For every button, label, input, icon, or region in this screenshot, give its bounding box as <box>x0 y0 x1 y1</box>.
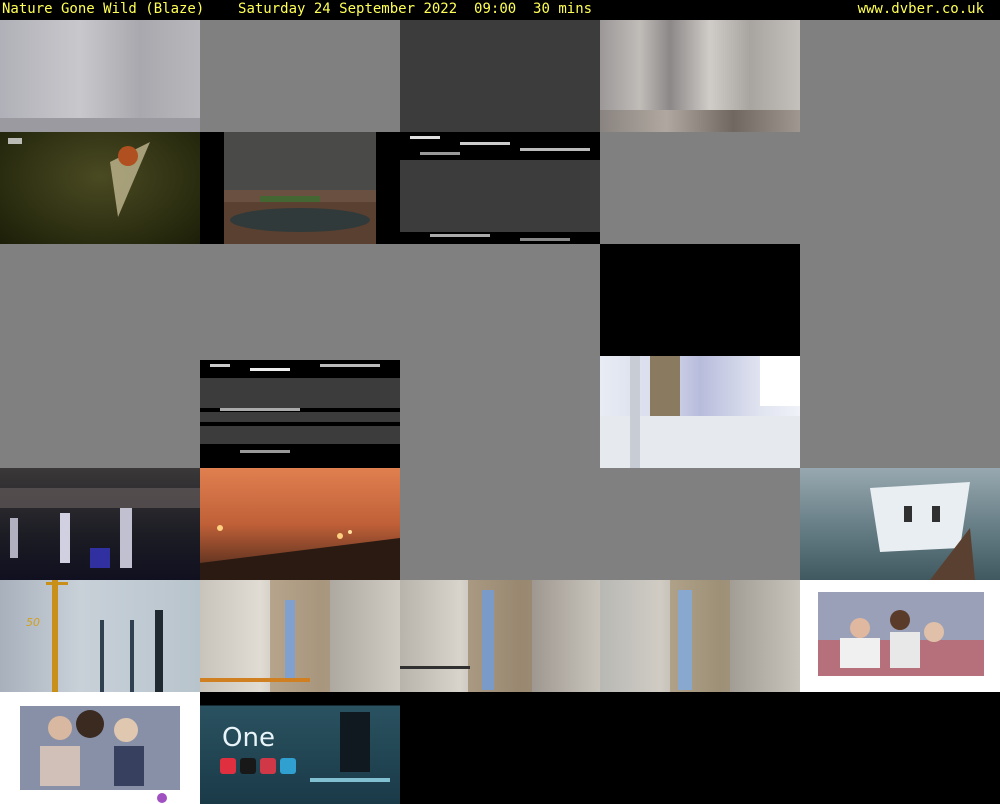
thumbnail[interactable] <box>600 20 800 132</box>
thumbnail[interactable] <box>400 20 600 132</box>
thumbnail[interactable] <box>800 580 1000 692</box>
site-link[interactable]: www.dvber.co.uk <box>858 0 984 18</box>
programme-title: Nature Gone Wild (Blaze) <box>2 1 205 17</box>
thumbnail-image <box>870 482 975 580</box>
thumbnail[interactable] <box>400 132 600 244</box>
thumbnail[interactable] <box>800 468 1000 580</box>
thumbnail[interactable] <box>0 356 200 468</box>
thumbnail[interactable] <box>0 244 200 356</box>
thumbnail[interactable] <box>400 356 600 468</box>
thumbnail-image <box>400 132 600 244</box>
thumbnail-image <box>8 138 150 217</box>
thumbnail[interactable] <box>800 132 1000 244</box>
thumbnail-image <box>20 706 180 803</box>
thumbnail-image: One <box>220 712 390 782</box>
thumbnail[interactable] <box>800 20 1000 132</box>
thumbnail-overlay-text: One <box>222 723 275 753</box>
thumbnail-image <box>200 525 400 580</box>
thumbnail[interactable] <box>200 356 400 468</box>
thumbnail-image <box>670 580 730 692</box>
header-bar: Nature Gone Wild (Blaze) Saturday 24 Sep… <box>0 0 1000 20</box>
thumbnail-image <box>200 580 330 692</box>
thumbnail[interactable] <box>600 244 800 356</box>
programme-time: 09:00 <box>474 1 517 17</box>
thumbnail[interactable] <box>0 132 200 244</box>
programme-date: Saturday 24 September 2022 <box>238 1 458 17</box>
thumbnail[interactable] <box>0 468 200 580</box>
thumbnail[interactable] <box>600 580 800 692</box>
thumbnail[interactable] <box>600 692 800 804</box>
thumbnail[interactable] <box>400 692 600 804</box>
thumbnail-image <box>200 356 400 468</box>
thumbnail[interactable] <box>600 132 800 244</box>
thumbnail[interactable] <box>0 692 200 804</box>
thumbnail[interactable] <box>800 244 1000 356</box>
thumbnail[interactable] <box>0 20 200 132</box>
thumbnail[interactable] <box>800 356 1000 468</box>
thumbnail-image <box>600 356 800 468</box>
thumbnail-image <box>400 580 532 692</box>
thumbnail[interactable] <box>200 580 400 692</box>
thumbnail[interactable] <box>400 580 600 692</box>
thumbnail-image: 50 <box>26 580 163 692</box>
programme-duration: 30 mins <box>533 1 593 17</box>
thumbnail[interactable] <box>400 244 600 356</box>
thumbnail[interactable] <box>200 244 400 356</box>
thumbnail-grid: 50 One <box>0 20 1000 804</box>
thumbnail-image <box>224 132 376 244</box>
thumbnail[interactable] <box>600 468 800 580</box>
thumbnail-image <box>818 592 984 676</box>
score-overlay: 50 <box>26 616 40 629</box>
thumbnail[interactable] <box>200 20 400 132</box>
thumbnail[interactable] <box>200 468 400 580</box>
thumbnail-image <box>0 488 200 568</box>
thumbnail[interactable] <box>400 468 600 580</box>
thumbnail[interactable] <box>800 692 1000 804</box>
thumbnail[interactable] <box>600 356 800 468</box>
thumbnail[interactable] <box>200 132 400 244</box>
thumbnail[interactable]: One <box>200 692 400 804</box>
thumbnail[interactable]: 50 <box>0 580 200 692</box>
programme-info: Nature Gone Wild (Blaze) Saturday 24 Sep… <box>2 0 592 18</box>
